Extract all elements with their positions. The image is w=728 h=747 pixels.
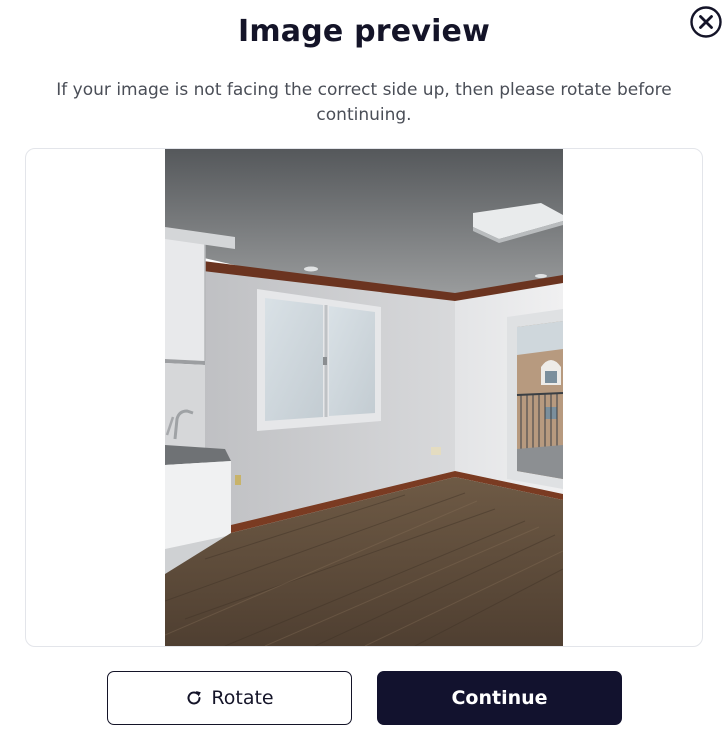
rotate-button[interactable]: Rotate [107, 671, 352, 725]
continue-button[interactable]: Continue [377, 671, 622, 725]
rotate-label: Rotate [211, 687, 274, 709]
preview-image [165, 149, 563, 646]
image-preview-frame [25, 148, 703, 647]
modal-title: Image preview [237, 14, 491, 49]
continue-label: Continue [451, 687, 548, 709]
rotate-icon [187, 691, 202, 705]
modal-instructions: If your image is not facing the correct … [56, 80, 672, 125]
